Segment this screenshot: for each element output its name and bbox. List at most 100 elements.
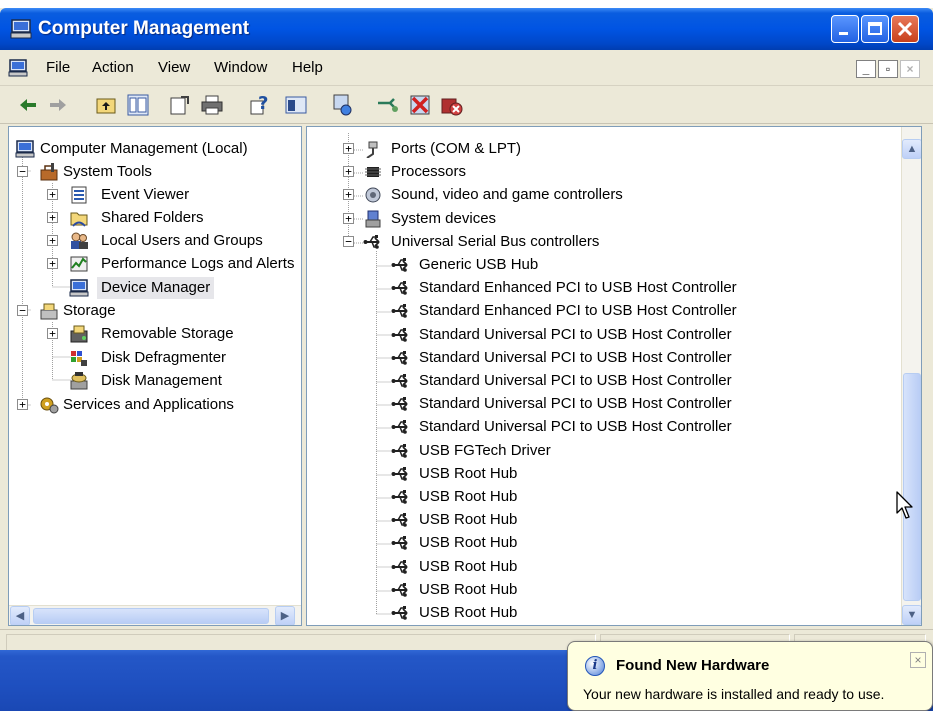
uninstall-device-icon[interactable] (440, 93, 464, 117)
expand-icon[interactable]: + (17, 399, 28, 410)
expand-icon[interactable]: + (47, 258, 58, 269)
device-label: Standard Universal PCI to USB Host Contr… (419, 418, 732, 435)
device-tree-pane[interactable]: + Ports (COM & LPT) + Processors + Sound, vid… (306, 126, 922, 626)
computer-icon (10, 19, 32, 39)
expand-icon[interactable]: + (47, 212, 58, 223)
usb-icon (391, 536, 408, 550)
device-label: Processors (391, 163, 467, 180)
usb-icon (391, 583, 408, 597)
properties-icon[interactable] (168, 93, 192, 117)
tree-label: Computer Management (Local) (40, 140, 248, 157)
menu-help[interactable]: Help (292, 59, 323, 76)
minimize-button[interactable] (831, 15, 859, 43)
tree-label: Device Manager (97, 277, 215, 299)
computer-icon (15, 140, 35, 158)
usb-icon (391, 420, 408, 434)
device-label: Standard Enhanced PCI to USB Host Contro… (419, 279, 737, 296)
scroll-left-arrow-icon[interactable]: ◀ (10, 606, 30, 625)
show-hide-tree-icon[interactable] (126, 93, 150, 117)
usb-icon (391, 328, 408, 342)
usb-icon (391, 397, 408, 411)
console-icon[interactable] (284, 93, 308, 117)
collapse-icon[interactable]: − (17, 166, 28, 177)
mdi-restore-button[interactable]: ▫ (878, 60, 898, 78)
vertical-scroll-thumb[interactable] (903, 373, 921, 601)
device-label: Standard Universal PCI to USB Host Contr… (419, 372, 732, 389)
up-folder-icon[interactable] (94, 93, 118, 117)
device-label: USB Root Hub (419, 465, 518, 482)
device-label: Standard Enhanced PCI to USB Host Contro… (419, 302, 737, 319)
expand-icon[interactable]: + (343, 166, 354, 177)
usb-icon (391, 444, 408, 458)
mdi-close-button[interactable]: × (900, 60, 920, 78)
horizontal-scrollbar[interactable]: ◀ ▶ (9, 605, 301, 625)
menu-view[interactable]: View (158, 59, 190, 76)
vertical-scrollbar[interactable]: ▲ ▼ (901, 127, 921, 625)
scroll-down-arrow-icon[interactable]: ▼ (902, 605, 921, 625)
tree-label: Services and Applications (63, 396, 234, 413)
device-label: USB Root Hub (419, 488, 518, 505)
users-icon (71, 232, 88, 249)
forward-arrow-icon[interactable] (46, 93, 70, 117)
menu-file[interactable]: File (46, 59, 70, 76)
scan-hardware-icon[interactable] (330, 93, 354, 117)
horizontal-scroll-thumb[interactable] (33, 608, 269, 624)
collapse-icon[interactable]: − (17, 305, 28, 316)
close-button[interactable] (891, 15, 919, 43)
scroll-up-arrow-icon[interactable]: ▲ (902, 139, 921, 159)
expand-icon[interactable]: + (343, 213, 354, 224)
device-label: USB Root Hub (419, 581, 518, 598)
maximize-button[interactable] (861, 15, 889, 43)
expand-icon[interactable]: + (343, 189, 354, 200)
update-driver-icon[interactable] (376, 93, 400, 117)
defrag-icon (71, 351, 87, 366)
services-icon (40, 397, 59, 414)
scroll-right-arrow-icon[interactable]: ▶ (275, 606, 295, 625)
expand-icon[interactable]: + (47, 189, 58, 200)
device-label: USB Root Hub (419, 558, 518, 575)
usb-icon (391, 374, 408, 388)
device-manager-icon (69, 279, 89, 297)
device-label: Standard Universal PCI to USB Host Contr… (419, 349, 732, 366)
tree-label: Performance Logs and Alerts (101, 255, 295, 272)
computer-icon[interactable] (8, 59, 28, 77)
svg-text:?: ? (258, 93, 268, 114)
toolbox-icon (40, 163, 58, 181)
disable-device-icon[interactable] (408, 93, 432, 117)
port-icon (366, 141, 378, 158)
tree-label: Disk Defragmenter (101, 349, 227, 366)
device-label: USB FGTech Driver (419, 442, 551, 459)
usb-icon (391, 304, 408, 318)
balloon-close-button[interactable]: × (910, 652, 926, 668)
expand-icon[interactable]: + (47, 328, 58, 339)
device-label: Standard Universal PCI to USB Host Contr… (419, 326, 732, 343)
sound-icon (365, 187, 381, 203)
shared-folder-icon (70, 212, 88, 227)
tree-label: Storage (63, 302, 116, 319)
device-label: USB Root Hub (419, 511, 518, 528)
title-bar[interactable]: Computer Management (0, 8, 933, 50)
notification-message: Your new hardware is installed and ready… (583, 686, 885, 702)
maximize-icon (868, 22, 882, 35)
usb-icon (391, 560, 408, 574)
mdi-minimize-button[interactable]: _ (856, 60, 876, 78)
tree-label: Disk Management (101, 372, 222, 389)
collapse-icon[interactable]: − (343, 236, 354, 247)
menu-action[interactable]: Action (92, 59, 134, 76)
usb-icon (391, 490, 408, 504)
tree-label: Shared Folders (101, 209, 204, 226)
expand-icon[interactable]: + (343, 143, 354, 154)
expand-icon[interactable]: + (47, 235, 58, 246)
help-icon[interactable]: ? (248, 93, 272, 117)
notification-balloon[interactable]: i Found New Hardware × Your new hardware… (567, 641, 933, 711)
console-tree-pane[interactable]: Computer Management (Local) − System Too… (8, 126, 302, 626)
window-title: Computer Management (38, 18, 250, 39)
mouse-cursor-icon (896, 491, 913, 519)
back-arrow-icon[interactable] (16, 93, 40, 117)
system-device-icon (365, 210, 381, 228)
print-icon[interactable] (200, 93, 224, 117)
processor-icon (365, 167, 381, 177)
usb-icon (391, 258, 408, 272)
menu-window[interactable]: Window (214, 59, 267, 76)
tree-label: Local Users and Groups (101, 232, 263, 249)
